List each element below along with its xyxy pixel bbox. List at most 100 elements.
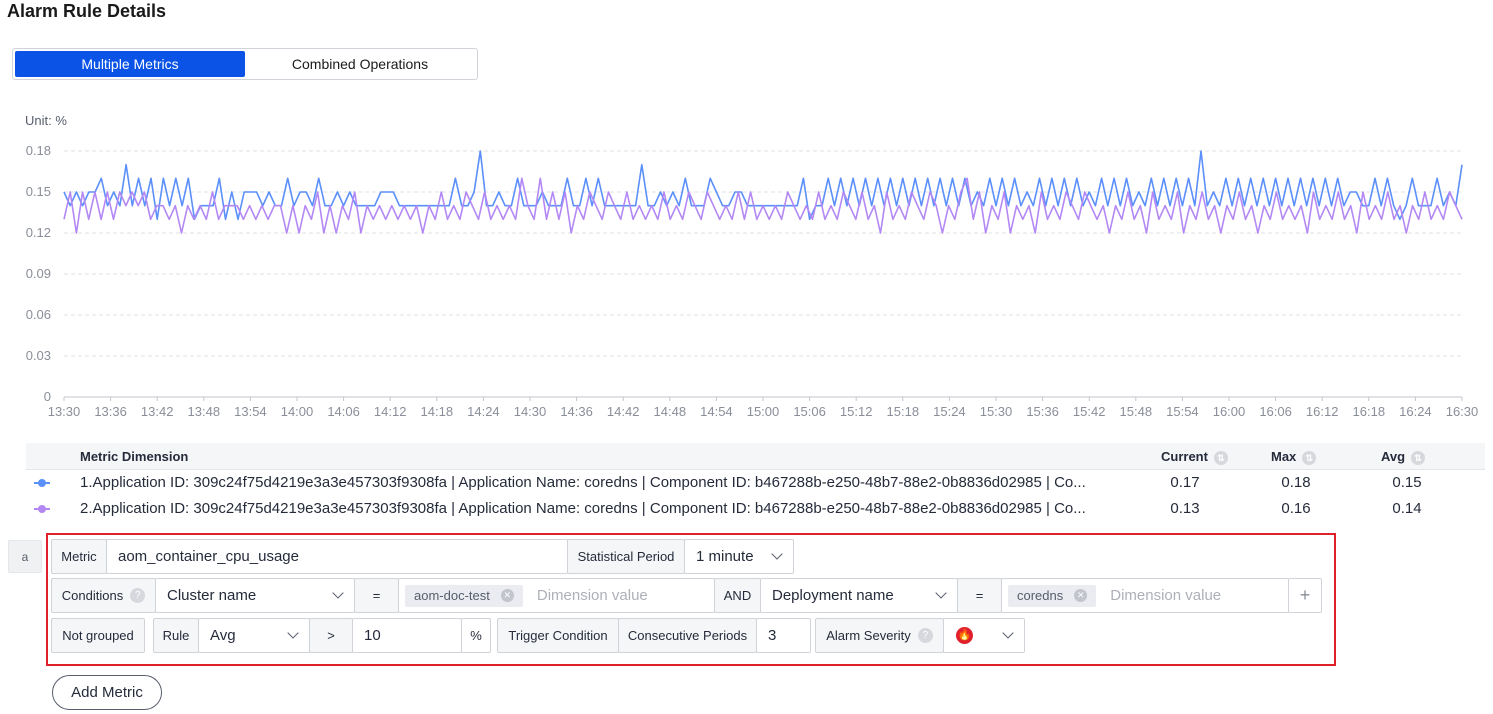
sort-icon[interactable]: ⇅ <box>1302 450 1317 465</box>
condition-2-dimension-value: Deployment name <box>772 587 894 604</box>
y-tick-label: 0.09 <box>26 266 51 281</box>
condition-1-value-chip: aom-doc-test ✕ <box>405 584 523 607</box>
table-row[interactable]: 2.Application ID: 309c24f75d4219e3a3e457… <box>26 496 1485 522</box>
tab-combined-operations[interactable]: Combined Operations <box>245 51 475 77</box>
avg-value: 0.15 <box>1392 474 1422 491</box>
statistical-period-select[interactable]: 1 minute <box>684 539 794 574</box>
dimension-text: 2.Application ID: 309c24f75d4219e3a3e457… <box>80 500 1086 517</box>
x-tick-label: 13:30 <box>48 404 81 419</box>
x-tick-label: 14:54 <box>700 404 733 419</box>
x-tick-label: 16:06 <box>1259 404 1292 419</box>
x-tick-label: 14:48 <box>654 404 687 419</box>
equals-operator: = <box>354 578 399 613</box>
threshold-input[interactable]: 10 <box>352 618 462 653</box>
add-condition-button[interactable]: + <box>1288 578 1322 613</box>
x-tick-label: 15:42 <box>1073 404 1106 419</box>
y-tick-label: 0.18 <box>26 143 51 158</box>
statistical-period-label: Statistical Period <box>567 539 685 574</box>
x-tick-label: 14:36 <box>560 404 593 419</box>
x-tick-label: 15:18 <box>887 404 920 419</box>
avg-value: 0.14 <box>1392 500 1422 517</box>
chevron-down-icon <box>287 627 299 639</box>
view-mode-toggle: Multiple Metrics Combined Operations <box>12 48 478 80</box>
x-tick-label: 16:18 <box>1353 404 1386 419</box>
x-tick-label: 13:36 <box>94 404 127 419</box>
conditions-label: Conditions? <box>51 578 156 613</box>
x-tick-label: 16:00 <box>1213 404 1246 419</box>
x-tick-label: 15:24 <box>933 404 966 419</box>
sort-icon[interactable]: ⇅ <box>1411 450 1426 465</box>
condition-1-dimension-value: Cluster name <box>167 587 257 604</box>
remove-chip-icon[interactable]: ✕ <box>1074 589 1088 602</box>
col-current[interactable]: Current ⇅ <box>1161 449 1228 465</box>
critical-severity-icon: 🔥 <box>956 627 973 644</box>
condition-1-dimension-select[interactable]: Cluster name <box>155 578 355 613</box>
x-tick-label: 15:06 <box>793 404 826 419</box>
condition-1-value-input[interactable]: aom-doc-test ✕ Dimension value <box>398 578 715 613</box>
y-tick-label: 0.06 <box>26 307 51 322</box>
unit-percent: % <box>461 618 491 653</box>
condition-2-value-input[interactable]: coredns ✕ Dimension value <box>1001 578 1289 613</box>
metric-label: Metric <box>51 539 107 574</box>
chevron-down-icon <box>1002 627 1014 639</box>
rule-statistic-value: Avg <box>210 627 236 644</box>
x-tick-label: 14:06 <box>327 404 360 419</box>
x-tick-label: 15:30 <box>980 404 1013 419</box>
x-tick-label: 16:12 <box>1306 404 1339 419</box>
and-operator: AND <box>714 578 761 613</box>
max-value: 0.18 <box>1281 474 1311 491</box>
chevron-down-icon <box>935 587 947 599</box>
y-tick-label: 0.15 <box>26 184 51 199</box>
metric-name-input[interactable]: aom_container_cpu_usage <box>106 539 568 574</box>
dimension-value-placeholder: Dimension value <box>536 587 648 604</box>
x-tick-label: 16:24 <box>1399 404 1432 419</box>
x-tick-label: 16:30 <box>1446 404 1479 419</box>
x-tick-label: 14:42 <box>607 404 640 419</box>
metric-tag: a <box>8 540 42 573</box>
condition-2-value-chip: coredns ✕ <box>1008 584 1097 607</box>
grouping-select[interactable]: Not grouped <box>51 618 145 653</box>
col-max[interactable]: Max ⇅ <box>1271 449 1317 465</box>
table-header: Metric Dimension Current ⇅ Max ⇅ Avg ⇅ <box>26 443 1485 470</box>
current-value: 0.13 <box>1170 500 1200 517</box>
chevron-down-icon <box>771 548 783 560</box>
table-row[interactable]: 1.Application ID: 309c24f75d4219e3a3e457… <box>26 470 1485 496</box>
page-title: Alarm Rule Details <box>7 1 167 21</box>
col-avg[interactable]: Avg ⇅ <box>1381 449 1426 465</box>
condition-2-dimension-select[interactable]: Deployment name <box>760 578 958 613</box>
tab-multiple-metrics[interactable]: Multiple Metrics <box>15 51 245 77</box>
x-tick-label: 13:54 <box>234 404 267 419</box>
dimension-text: 1.Application ID: 309c24f75d4219e3a3e457… <box>80 474 1086 491</box>
metric-line-chart: Unit: % 0 0.03 0.06 0.09 0.12 0.15 0.18 13:30 13:… <box>25 113 1479 419</box>
series-legend-icon <box>34 505 50 513</box>
metric-dimension-table: Metric Dimension Current ⇅ Max ⇅ Avg ⇅ 1.Ap… <box>26 443 1485 522</box>
operator-select[interactable]: > <box>309 618 353 653</box>
rule-label: Rule <box>153 618 199 653</box>
chart-unit-label: Unit: % <box>25 113 67 128</box>
consecutive-periods-input[interactable]: 3 <box>756 618 811 653</box>
remove-chip-icon[interactable]: ✕ <box>500 589 514 602</box>
alarm-severity-select[interactable]: 🔥 <box>943 618 1025 653</box>
x-tick-label: 15:00 <box>747 404 780 419</box>
help-icon[interactable]: ? <box>917 628 933 643</box>
x-tick-label: 15:54 <box>1166 404 1199 419</box>
add-metric-button[interactable]: Add Metric <box>52 675 162 710</box>
rule-statistic-select[interactable]: Avg <box>198 618 310 653</box>
equals-operator: = <box>957 578 1002 613</box>
series-legend-icon <box>34 479 50 487</box>
dimension-value-placeholder: Dimension value <box>1110 587 1222 604</box>
x-tick-label: 15:48 <box>1120 404 1153 419</box>
x-tick-label: 14:30 <box>514 404 547 419</box>
col-metric-dimension: Metric Dimension <box>80 449 189 464</box>
sort-icon[interactable]: ⇅ <box>1213 450 1228 465</box>
x-tick-label: 14:18 <box>421 404 454 419</box>
trigger-condition-label: Trigger Condition <box>497 618 619 653</box>
x-tick-label: 15:12 <box>840 404 873 419</box>
x-tick-label: 14:12 <box>374 404 407 419</box>
x-tick-label: 14:24 <box>467 404 500 419</box>
current-value: 0.17 <box>1170 474 1200 491</box>
y-tick-label: 0.03 <box>26 348 51 363</box>
alarm-severity-label: Alarm Severity? <box>815 618 944 653</box>
x-tick-label: 15:36 <box>1026 404 1059 419</box>
help-icon[interactable]: ? <box>130 588 146 603</box>
